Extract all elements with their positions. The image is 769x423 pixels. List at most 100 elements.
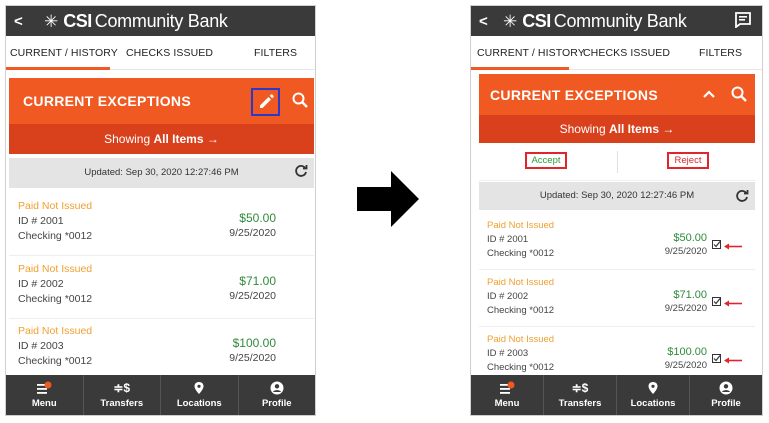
phone-before: < ✳ CSI Community Bank CURRENT / HISTORY… bbox=[5, 5, 316, 416]
list-item[interactable]: Paid Not Issued ID # 2002 Checking *0012… bbox=[479, 271, 755, 327]
item-date: 9/25/2020 bbox=[664, 360, 707, 371]
app-header: < ✳ CSI Community Bank bbox=[471, 6, 762, 36]
item-date: 9/25/2020 bbox=[664, 303, 707, 314]
nav-locations-label: Locations bbox=[630, 398, 676, 409]
comparison-stage: < ✳ CSI Community Bank CURRENT / HISTORY… bbox=[0, 0, 769, 423]
nav-transfers[interactable]: ≑$ Transfers bbox=[544, 375, 617, 415]
showing-prefix: Showing bbox=[559, 122, 606, 136]
back-button[interactable]: < bbox=[479, 13, 495, 30]
updated-text: Updated: Sep 30, 2020 12:27:46 PM bbox=[84, 167, 239, 178]
item-status: Paid Not Issued bbox=[18, 325, 93, 337]
chevron-up-icon[interactable] bbox=[701, 86, 717, 102]
action-divider bbox=[617, 151, 618, 173]
nav-locations[interactable]: Locations bbox=[161, 375, 239, 415]
item-date: 9/25/2020 bbox=[229, 290, 276, 302]
tab-current-history[interactable]: CURRENT / HISTORY bbox=[10, 47, 118, 59]
chat-icon[interactable] bbox=[734, 12, 752, 29]
red-pointer-arrow-icon bbox=[724, 294, 742, 312]
item-status: Paid Not Issued bbox=[487, 220, 555, 231]
transfers-icon: ≑$ bbox=[113, 381, 131, 395]
nav-transfers-label: Transfers bbox=[558, 398, 602, 409]
menu-icon bbox=[471, 375, 543, 395]
tab-filters[interactable]: FILTERS bbox=[254, 47, 297, 59]
nav-transfers[interactable]: ≑$ Transfers bbox=[84, 375, 161, 415]
nav-profile[interactable]: Profile bbox=[239, 375, 316, 415]
nav-menu-label: Menu bbox=[494, 398, 520, 409]
item-status: Paid Not Issued bbox=[18, 263, 93, 275]
exceptions-header: CURRENT EXCEPTIONS bbox=[479, 74, 755, 115]
select-checkbox-icon[interactable] bbox=[712, 350, 721, 368]
nav-profile-label: Profile bbox=[261, 398, 292, 409]
updated-text: Updated: Sep 30, 2020 12:27:46 PM bbox=[539, 190, 695, 201]
phone-after: < ✳ CSI Community Bank CURRENT / HISTORY… bbox=[470, 5, 763, 416]
back-button[interactable]: < bbox=[14, 13, 30, 30]
nav-menu[interactable]: Menu bbox=[471, 375, 544, 415]
tab-checks-issued[interactable]: CHECKS ISSUED bbox=[126, 47, 213, 59]
item-account: Checking *0012 bbox=[487, 248, 555, 259]
arrow-right-icon: → bbox=[662, 122, 675, 136]
refresh-icon[interactable] bbox=[294, 164, 308, 178]
showing-value: All Items bbox=[609, 122, 660, 136]
list-item[interactable]: Paid Not Issued ID # 2003 Checking *0012… bbox=[9, 319, 314, 377]
item-amount: $100.00 bbox=[667, 346, 707, 358]
item-account: Checking *0012 bbox=[487, 305, 555, 316]
location-pin-icon bbox=[161, 375, 238, 395]
active-tab-indicator bbox=[471, 67, 569, 70]
select-checkbox-icon[interactable] bbox=[712, 236, 721, 254]
tab-current-history[interactable]: CURRENT / HISTORY bbox=[477, 47, 585, 59]
item-account: Checking *0012 bbox=[18, 355, 93, 367]
updated-bar: Updated: Sep 30, 2020 12:27:46 PM bbox=[479, 182, 755, 210]
item-amount: $100.00 bbox=[232, 336, 276, 350]
panel-title: CURRENT EXCEPTIONS bbox=[490, 87, 658, 103]
red-pointer-arrow-icon bbox=[724, 237, 742, 255]
app-header: < ✳ CSI Community Bank bbox=[6, 6, 315, 36]
tab-filters[interactable]: FILTERS bbox=[699, 47, 742, 59]
reject-button[interactable]: Reject bbox=[667, 152, 709, 169]
item-date: 9/25/2020 bbox=[664, 246, 707, 257]
location-pin-icon bbox=[617, 375, 689, 395]
item-id: ID # 2002 bbox=[487, 291, 529, 302]
active-tab-indicator bbox=[6, 67, 110, 70]
panel-title: CURRENT EXCEPTIONS bbox=[23, 93, 191, 109]
item-id: ID # 2001 bbox=[487, 234, 529, 245]
csi-star-icon: ✳ bbox=[44, 11, 59, 31]
showing-prefix: Showing bbox=[104, 132, 151, 146]
showing-value: All Items bbox=[153, 132, 204, 146]
list-item[interactable]: Paid Not Issued ID # 2001 Checking *0012… bbox=[9, 194, 314, 256]
edit-highlight-box bbox=[251, 88, 280, 116]
select-checkbox-icon[interactable] bbox=[712, 293, 721, 311]
item-status: Paid Not Issued bbox=[487, 334, 555, 345]
item-date: 9/25/2020 bbox=[229, 352, 276, 364]
transfers-icon: ≑$ bbox=[571, 381, 589, 395]
showing-filter-bar[interactable]: Showing All Items → bbox=[479, 115, 755, 143]
nav-menu-label: Menu bbox=[31, 398, 57, 409]
search-icon[interactable] bbox=[291, 91, 309, 109]
item-id: ID # 2001 bbox=[18, 215, 64, 227]
bottom-nav: Menu ≑$ Transfers Locations Profile bbox=[6, 375, 315, 415]
nav-locations-label: Locations bbox=[176, 398, 222, 409]
showing-filter-bar[interactable]: Showing All Items → bbox=[9, 124, 314, 154]
brand-csi-text: CSI bbox=[522, 10, 551, 31]
item-status: Paid Not Issued bbox=[18, 200, 93, 212]
item-account: Checking *0012 bbox=[487, 362, 555, 373]
accept-button[interactable]: Accept bbox=[525, 152, 567, 169]
brand-logo: ✳ CSI Community Bank bbox=[503, 11, 687, 32]
nav-profile-label: Profile bbox=[711, 398, 741, 409]
nav-locations[interactable]: Locations bbox=[617, 375, 690, 415]
tab-bar: CURRENT / HISTORY CHECKS ISSUED FILTERS bbox=[471, 36, 762, 70]
tab-checks-issued[interactable]: CHECKS ISSUED bbox=[583, 47, 670, 59]
nav-menu[interactable]: Menu bbox=[6, 375, 84, 415]
brand-name-text: Community Bank bbox=[94, 10, 228, 31]
search-icon[interactable] bbox=[730, 85, 748, 103]
accept-reject-bar bbox=[479, 143, 755, 181]
nav-profile[interactable]: Profile bbox=[690, 375, 762, 415]
item-account: Checking *0012 bbox=[18, 230, 93, 242]
refresh-icon[interactable] bbox=[735, 189, 749, 203]
list-item[interactable]: Paid Not Issued ID # 2003 Checking *0012… bbox=[479, 328, 755, 378]
item-amount: $71.00 bbox=[239, 274, 276, 288]
list-item[interactable]: Paid Not Issued ID # 2002 Checking *0012… bbox=[9, 257, 314, 319]
item-date: 9/25/2020 bbox=[229, 227, 276, 239]
brand-logo: ✳ CSI Community Bank bbox=[44, 11, 228, 32]
list-item[interactable]: Paid Not Issued ID # 2001 Checking *0012… bbox=[479, 214, 755, 270]
item-id: ID # 2002 bbox=[18, 278, 64, 290]
